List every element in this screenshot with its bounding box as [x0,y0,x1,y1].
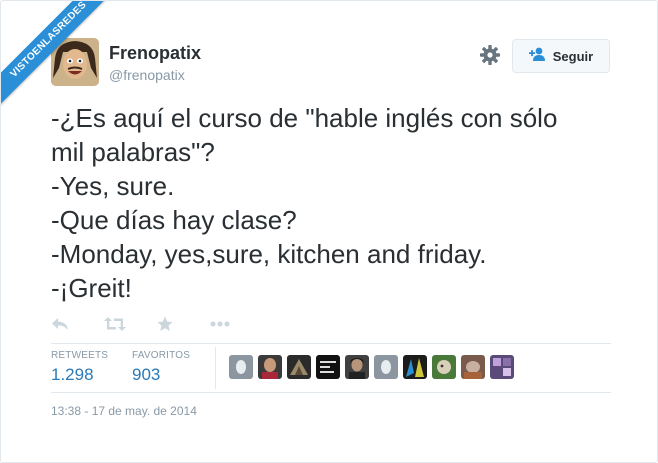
favoriter-avatar[interactable] [258,355,282,379]
tweet-line: -Que días hay clase? [51,205,297,235]
favoriter-avatar[interactable] [374,355,398,379]
favoriter-avatar[interactable] [287,355,311,379]
tweet-line: -Yes, sure. [51,171,175,201]
tweet-timestamp[interactable]: 13:38 - 17 de may. de 2014 [51,404,197,418]
favoriter-avatar[interactable] [345,355,369,379]
more-icon[interactable] [210,314,263,334]
tweet-line: -¡Greit! [51,273,132,303]
tweet-line: -¿Es aquí el curso de "hable inglés con … [51,103,558,133]
watermark-text: VISTOENLASREDES [1,1,121,112]
stats-divider-top [51,343,611,344]
retweet-icon[interactable] [104,314,157,334]
stats-vertical-divider [215,347,216,389]
follow-button[interactable]: Seguir [512,39,610,73]
tweet-text: -¿Es aquí el curso de "hable inglés con … [51,101,631,305]
favoriter-avatar[interactable] [461,355,485,379]
favoriter-avatar[interactable] [432,355,456,379]
reply-icon[interactable] [51,314,104,334]
tweet-line: mil palabras"? [51,137,215,167]
favorites-label: FAVORITOS [132,350,191,361]
retweets-label: RETWEETS [51,350,109,361]
favorites-stat[interactable]: FAVORITOS 903 [132,350,190,385]
watermark-ribbon: VISTOENLASREDES [1,1,121,121]
favoriter-avatar[interactable] [403,355,427,379]
favoriter-avatar[interactable] [490,355,514,379]
tweet-card: VISTOENLASREDES Frenopatix @frenopatix S… [0,0,658,463]
favorites-count: 903 [132,365,161,384]
gear-icon[interactable] [479,44,501,66]
favoriter-avatar[interactable] [229,355,253,379]
retweets-count: 1.298 [51,365,94,384]
tweet-line: -Monday, yes,sure, kitchen and friday. [51,239,487,269]
author-name[interactable]: Frenopatix [109,43,201,64]
favoriter-avatar[interactable] [316,355,340,379]
stats-divider-bottom [51,392,611,393]
favorited-by-avatars [229,355,514,379]
tweet-actions [51,314,263,334]
favorite-icon[interactable] [157,314,210,334]
add-user-icon [528,47,547,66]
follow-button-label: Seguir [552,48,594,64]
retweets-stat[interactable]: RETWEETS 1.298 [51,350,108,385]
